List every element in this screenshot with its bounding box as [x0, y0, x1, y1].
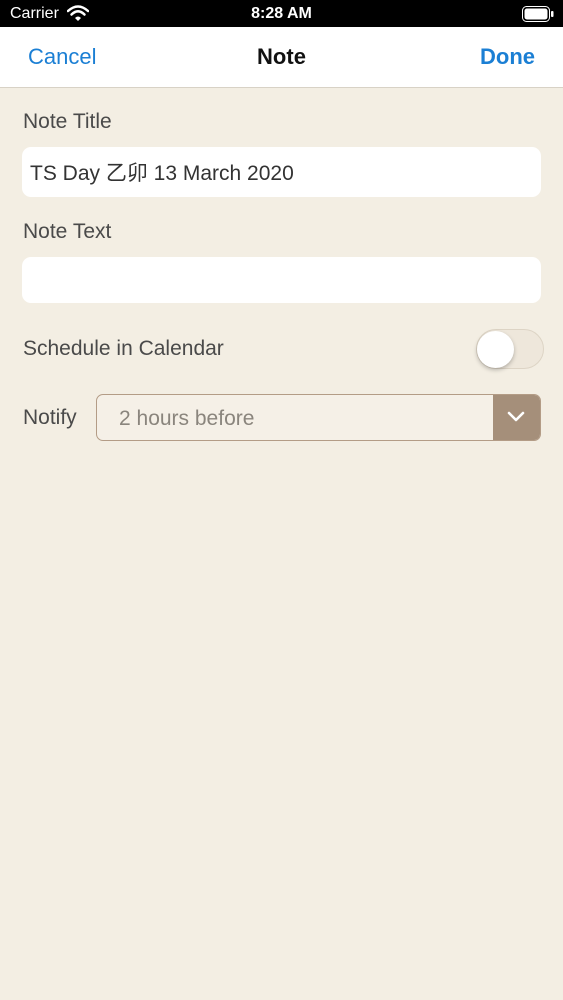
notify-select[interactable]: 2 hours before [96, 394, 541, 441]
status-bar: Carrier 8:28 AM [0, 0, 563, 27]
battery-icon [522, 6, 554, 22]
notify-dropdown-button[interactable] [493, 395, 540, 440]
schedule-toggle[interactable] [476, 329, 544, 369]
note-title-input[interactable] [22, 147, 541, 197]
page-title: Note [257, 44, 306, 69]
clock: 8:28 AM [251, 5, 312, 22]
notify-label: Notify [23, 406, 77, 429]
done-button[interactable]: Done [480, 44, 535, 70]
notify-selected-value: 2 hours before [119, 407, 255, 430]
note-text-label: Note Text [23, 220, 112, 243]
chevron-down-icon [507, 411, 525, 422]
note-text-input[interactable] [22, 257, 541, 303]
note-title-label: Note Title [23, 110, 112, 133]
navigation-bar: Cancel Note Done [0, 27, 563, 88]
schedule-label: Schedule in Calendar [23, 337, 224, 360]
note-form: Note Title Note Text Schedule in Calenda… [0, 88, 563, 1000]
toggle-knob [477, 331, 514, 368]
